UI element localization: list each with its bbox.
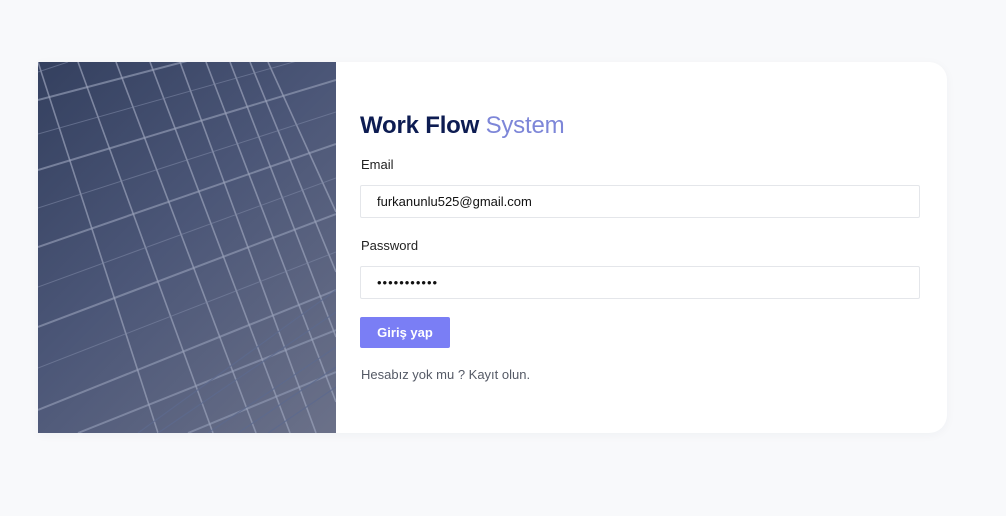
building-facade-image — [38, 62, 336, 433]
login-card: Work Flow System Email Password Giriş ya… — [38, 62, 947, 433]
password-label: Password — [361, 238, 419, 253]
email-label: Email — [361, 157, 394, 172]
login-button[interactable]: Giriş yap — [360, 317, 450, 348]
app-title-light: System — [485, 112, 565, 139]
register-link[interactable]: Hesabız yok mu ? Kayıt olun. — [361, 367, 530, 382]
login-form: Work Flow System Email Password Giriş ya… — [360, 62, 922, 433]
app-title-bold: Work Flow — [360, 112, 480, 139]
password-field[interactable] — [360, 266, 920, 299]
building-facade-graphic — [38, 62, 336, 433]
app-title: Work Flow System — [360, 112, 565, 140]
email-field[interactable] — [360, 185, 920, 218]
